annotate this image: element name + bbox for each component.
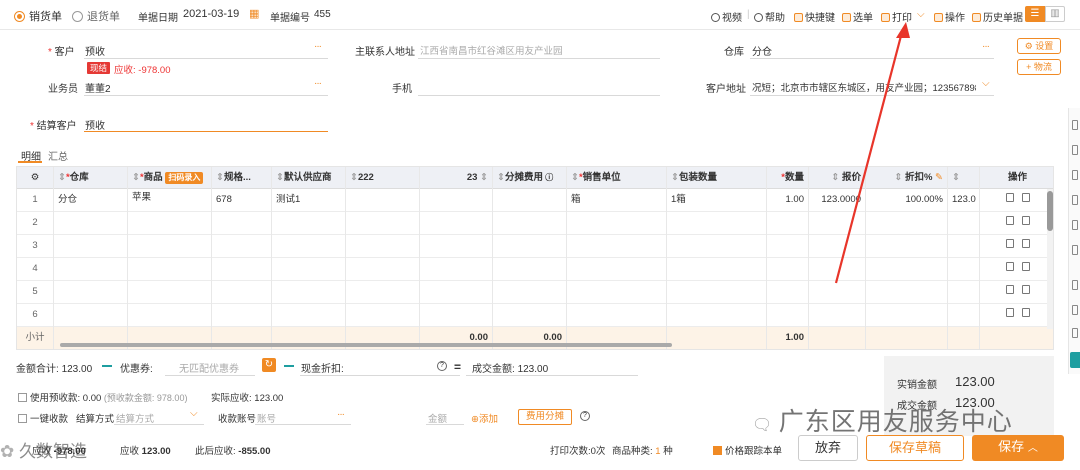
annotation-arrow <box>834 22 910 284</box>
